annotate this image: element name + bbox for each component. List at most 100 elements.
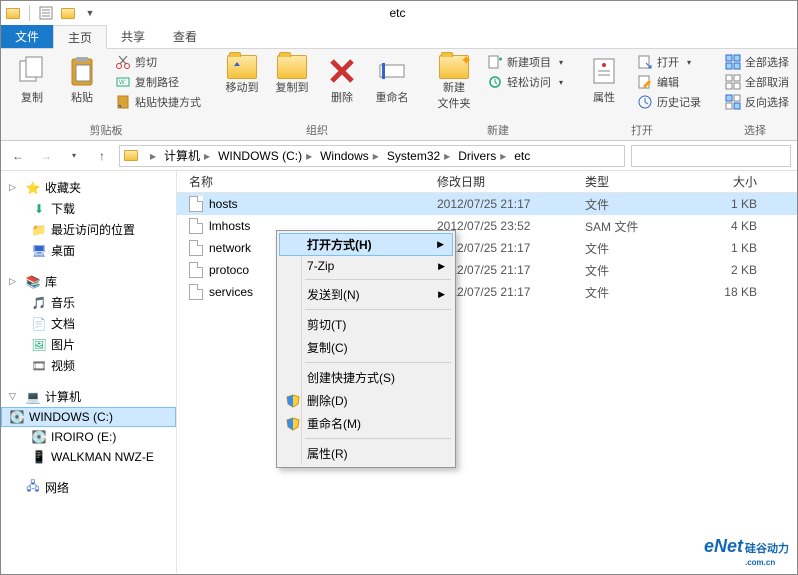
invert-button[interactable]: 反向选择 [721, 93, 793, 111]
copyto-button[interactable]: 复制到 [267, 53, 317, 97]
drive-icon: 💽 [9, 409, 25, 425]
rename-button[interactable]: 重命名 [367, 53, 417, 107]
open-button[interactable]: 打开▾ [633, 53, 705, 71]
picture-icon: 🖼 [31, 337, 47, 353]
ctx-rename[interactable]: 重命名(M) [279, 412, 453, 435]
ctx-openwith[interactable]: 打开方式(H)▶ [279, 233, 453, 256]
column-date[interactable]: 修改日期 [437, 173, 585, 190]
ribbon: 复制 粘贴 剪切 W:复制路径 粘贴快捷方式 剪贴板 移动到 复制到 删除 重命… [1, 49, 797, 141]
watermark-logo: eNet 硅谷动力.com.cn [704, 536, 789, 568]
copypath-button[interactable]: W:复制路径 [111, 73, 205, 91]
submenu-arrow-icon: ▶ [438, 261, 445, 272]
network-icon: 🖧 [25, 480, 41, 496]
submenu-arrow-icon: ▶ [437, 239, 444, 250]
edit-button[interactable]: 编辑 [633, 73, 705, 91]
copy-button[interactable]: 复制 [7, 53, 57, 107]
file-row[interactable]: lmhosts 2012/07/25 23:52SAM 文件4 KB [177, 215, 797, 237]
forward-button[interactable]: → [35, 145, 57, 167]
window-title: etc [98, 6, 697, 20]
pasteshortcut-button[interactable]: 粘贴快捷方式 [111, 93, 205, 111]
submenu-arrow-icon: ▶ [438, 289, 445, 300]
tab-home[interactable]: 主页 [53, 25, 107, 49]
shield-icon [285, 393, 301, 409]
tab-view[interactable]: 查看 [159, 25, 211, 48]
qat-newfolder-icon[interactable] [60, 5, 76, 21]
ctx-7zip[interactable]: 7-Zip▶ [279, 256, 453, 276]
nav-pictures[interactable]: 🖼图片 [1, 334, 176, 355]
context-menu: 打开方式(H)▶ 7-Zip▶ 发送到(N)▶ 剪切(T) 复制(C) 创建快捷… [276, 230, 456, 468]
nav-videos[interactable]: 🎞视频 [1, 355, 176, 376]
ctx-properties[interactable]: 属性(R) [279, 442, 453, 465]
selectnone-button[interactable]: 全部取消 [721, 73, 793, 91]
history-button[interactable]: 历史记录 [633, 93, 705, 111]
nav-favorites[interactable]: ▷⭐收藏夹 [1, 177, 176, 198]
drive-icon: 💽 [31, 429, 47, 445]
nav-documents[interactable]: 📄文档 [1, 313, 176, 334]
desktop-icon: 🖥 [31, 243, 47, 259]
qat-properties-icon[interactable] [38, 5, 54, 21]
file-icon [189, 262, 203, 278]
nav-desktop[interactable]: 🖥桌面 [1, 240, 176, 261]
download-icon: ⬇ [31, 201, 47, 217]
file-row[interactable]: protoco 2012/07/25 21:17文件2 KB [177, 259, 797, 281]
ctx-copy[interactable]: 复制(C) [279, 336, 453, 359]
title-bar: ▼ etc [1, 1, 797, 25]
file-row[interactable]: services 2012/07/25 21:17文件18 KB [177, 281, 797, 303]
nav-drive-e[interactable]: 💽IROIRO (E:) [1, 427, 176, 447]
ctx-cut[interactable]: 剪切(T) [279, 313, 453, 336]
nav-network[interactable]: 🖧网络 [1, 477, 176, 498]
library-icon: 📚 [25, 274, 41, 290]
nav-recent[interactable]: 📁最近访问的位置 [1, 219, 176, 240]
properties-button[interactable]: 属性 [579, 53, 629, 107]
column-type[interactable]: 类型 [585, 173, 693, 190]
ctx-sendto[interactable]: 发送到(N)▶ [279, 283, 453, 306]
nav-music[interactable]: 🎵音乐 [1, 292, 176, 313]
cut-button[interactable]: 剪切 [111, 53, 205, 71]
shield-icon [285, 416, 301, 432]
ctx-shortcut[interactable]: 创建快捷方式(S) [279, 366, 453, 389]
newitem-button[interactable]: 新建项目▾ [483, 53, 567, 71]
file-row[interactable]: hosts 2012/07/25 21:17文件1 KB [177, 193, 797, 215]
nav-drive-c[interactable]: 💽WINDOWS (C:) [1, 407, 176, 427]
file-row[interactable]: network 2012/07/25 21:17文件1 KB [177, 237, 797, 259]
star-icon: ⭐ [25, 180, 41, 196]
back-button[interactable]: ← [7, 145, 29, 167]
paste-button[interactable]: 粘贴 [57, 53, 107, 107]
file-icon [189, 218, 203, 234]
file-icon [189, 196, 203, 212]
nav-walkman[interactable]: 📱WALKMAN NWZ-E [1, 447, 176, 467]
nav-downloads[interactable]: ⬇下载 [1, 198, 176, 219]
document-icon: 📄 [31, 316, 47, 332]
easyaccess-button[interactable]: 轻松访问▾ [483, 73, 567, 91]
newfolder-button[interactable]: ✦新建 文件夹 [429, 53, 479, 113]
delete-button[interactable]: 删除 [317, 53, 367, 107]
breadcrumb[interactable]: ▸ 计算机▸ WINDOWS (C:)▸ Windows▸ System32▸ … [119, 145, 625, 167]
computer-icon: 💻 [25, 389, 41, 405]
address-bar: ← → ▾ ↑ ▸ 计算机▸ WINDOWS (C:)▸ Windows▸ Sy… [1, 141, 797, 171]
selectall-button[interactable]: 全部选择 [721, 53, 793, 71]
recent-icon: 📁 [31, 222, 47, 238]
recent-dropdown[interactable]: ▾ [63, 145, 85, 167]
folder-icon [124, 150, 138, 161]
navigation-pane: ▷⭐收藏夹 ⬇下载 📁最近访问的位置 🖥桌面 ▷📚库 🎵音乐 📄文档 🖼图片 🎞… [1, 171, 177, 573]
file-icon [189, 284, 203, 300]
column-size[interactable]: 大小 [693, 173, 773, 190]
tab-file[interactable]: 文件 [1, 25, 53, 48]
moveto-button[interactable]: 移动到 [217, 53, 267, 97]
column-name[interactable]: 名称 [177, 173, 437, 190]
file-icon [189, 240, 203, 256]
video-icon: 🎞 [31, 358, 47, 374]
svg-text:W:: W: [119, 80, 127, 86]
ctx-delete[interactable]: 删除(D) [279, 389, 453, 412]
nav-libraries[interactable]: ▷📚库 [1, 271, 176, 292]
ribbon-tabs: 文件 主页 共享 查看 [1, 25, 797, 49]
folder-icon [5, 5, 21, 21]
up-button[interactable]: ↑ [91, 145, 113, 167]
music-icon: 🎵 [31, 295, 47, 311]
file-list: 名称 修改日期 类型 大小 hosts 2012/07/25 21:17文件1 … [177, 171, 797, 573]
search-input[interactable] [631, 145, 791, 167]
device-icon: 📱 [31, 449, 47, 465]
nav-computer[interactable]: ▽💻计算机 [1, 386, 176, 407]
qat-dropdown-icon[interactable]: ▼ [82, 5, 98, 21]
tab-share[interactable]: 共享 [107, 25, 159, 48]
